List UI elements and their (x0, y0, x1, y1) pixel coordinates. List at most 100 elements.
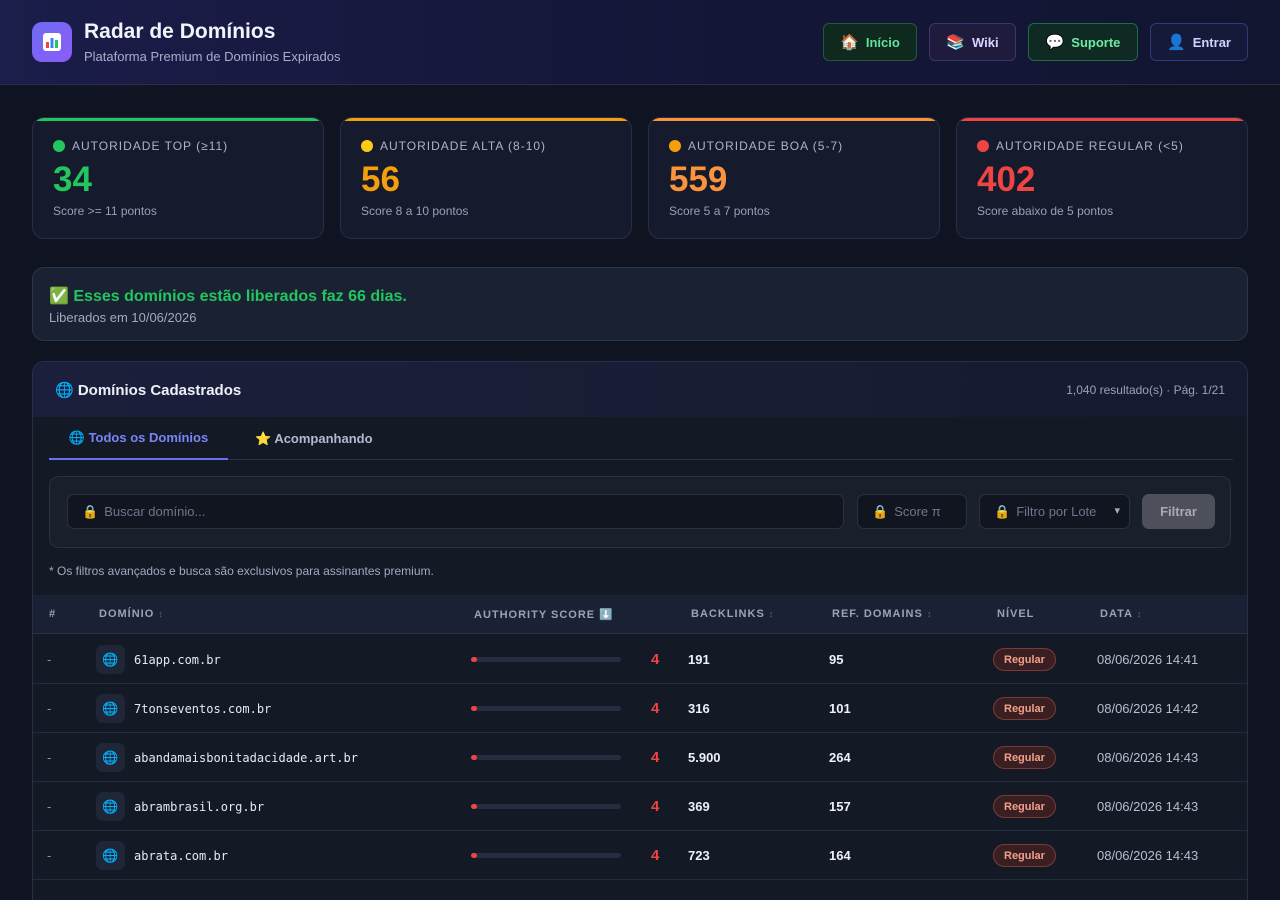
globe-icon: 🌐 (96, 792, 125, 821)
level-badge: Regular (993, 648, 1056, 671)
tab-following[interactable]: ⭐ Acompanhando (255, 417, 375, 460)
stat-desc: Score abaixo de 5 pontos (977, 204, 1114, 218)
stat-accent-bar (957, 118, 1247, 121)
lote-select[interactable]: 🔒 Filtro por Lote ▾ (979, 494, 1130, 529)
app-subtitle: Plataforma Premium de Domínios Expirados (84, 49, 341, 64)
ref-domains-value: 164 (829, 848, 851, 863)
search-input[interactable]: 🔒 Buscar domínio... (67, 494, 844, 529)
row-index: - (47, 848, 52, 863)
score-input[interactable]: 🔒 Score π (857, 494, 967, 529)
panel-title: 🌐 Domínios Cadastrados (55, 382, 242, 399)
nav-inicio-label: Início (865, 34, 900, 50)
stat-card-top: AUTORIDADE TOP (≥11) 34 Score >= 11 pont… (32, 117, 324, 239)
filter-bar: 🔒 Buscar domínio... 🔒 Score π 🔒 Filtro p… (49, 476, 1231, 548)
lock-icon: 🔒 (872, 503, 889, 519)
filter-button[interactable]: Filtrar (1142, 494, 1215, 529)
search-placeholder: Buscar domínio... (104, 504, 206, 519)
domain-name[interactable]: 61app.com.br (134, 635, 221, 684)
release-notice: ✅ Esses domínios estão liberados faz 66 … (32, 267, 1248, 341)
panel-header: 🌐 Domínios Cadastrados 1,040 resultado(s… (33, 362, 1247, 417)
table-row[interactable]: - 🌐 abrata.com.br 4 723 164 Regular 08/0… (33, 831, 1247, 880)
score-bar (471, 755, 621, 760)
backlinks-value: 316 (688, 701, 710, 716)
col-level: NÍVEL (997, 608, 1035, 620)
level-badge: Regular (993, 746, 1056, 769)
stat-label: AUTORIDADE ALTA (8-10) (380, 139, 547, 153)
table-header: # DOMÍNIO ↕ AUTHORITY SCORE ⬇️ BACKLINKS ↕… (33, 595, 1247, 634)
ref-domains-value: 101 (829, 701, 851, 716)
tab-all-domains[interactable]: 🌐 Todos os Domínios (49, 417, 228, 460)
tabs: 🌐 Todos os Domínios ⭐ Acompanhando (49, 417, 1233, 460)
col-ref-domains[interactable]: REF. DOMAINS ↕ (832, 608, 932, 620)
score-bar (471, 706, 621, 711)
score-placeholder: Score π (894, 504, 941, 519)
authority-score: 4 (651, 700, 660, 717)
stat-value: 56 (361, 160, 400, 199)
authority-score: 4 (651, 798, 660, 815)
domain-name[interactable]: abrambrasil.org.br (134, 782, 264, 831)
col-backlinks[interactable]: BACKLINKS ↕ (691, 608, 774, 620)
stat-accent-bar (341, 118, 631, 121)
stat-value: 34 (53, 160, 92, 199)
stat-value: 559 (669, 160, 728, 199)
app-title: Radar de Domínios (84, 20, 276, 43)
stat-label: AUTORIDADE TOP (≥11) (72, 139, 229, 153)
nav-entrar-button[interactable]: 👤 Entrar (1150, 23, 1248, 61)
row-index: - (47, 652, 52, 667)
row-date: 08/06/2026 14:43 (1097, 848, 1199, 863)
score-bar (471, 853, 621, 858)
globe-icon: 🌐 (96, 645, 125, 674)
domain-name[interactable]: abrata.com.br (134, 831, 228, 880)
nav-suporte-button[interactable]: 💬 Suporte (1028, 23, 1138, 61)
row-date: 08/06/2026 14:43 (1097, 799, 1199, 814)
stat-accent-bar (33, 118, 323, 121)
status-dot-icon (669, 140, 681, 152)
home-icon: 🏠 (840, 34, 859, 51)
col-index: # (49, 608, 57, 620)
stat-desc: Score >= 11 pontos (53, 204, 157, 218)
level-badge: Regular (993, 697, 1056, 720)
stat-label: AUTORIDADE REGULAR (<5) (996, 139, 1184, 153)
lock-icon: 🔒 (82, 503, 99, 519)
col-domain[interactable]: DOMÍNIO ↕ (99, 608, 164, 620)
nav-inicio-button[interactable]: 🏠 Início (823, 23, 917, 61)
backlinks-value: 191 (688, 652, 710, 667)
books-icon: 📚 (946, 34, 966, 51)
table-row[interactable]: - 🌐 abandamaisbonitadacidade.art.br 4 5.… (33, 733, 1247, 782)
status-dot-icon (361, 140, 373, 152)
notice-subtitle: Liberados em 10/06/2026 (49, 310, 197, 325)
globe-icon: 🌐 (96, 743, 125, 772)
table-row[interactable]: - 🌐 61app.com.br 4 191 95 Regular 08/06/… (33, 635, 1247, 684)
level-badge: Regular (993, 795, 1056, 818)
sort-icon: ↕ (1136, 609, 1143, 619)
row-date: 08/06/2026 14:43 (1097, 750, 1199, 765)
score-bar (471, 657, 621, 662)
nav-wiki-button[interactable]: 📚 Wiki (929, 23, 1016, 61)
backlinks-value: 369 (688, 799, 710, 814)
score-bar-fill (471, 804, 477, 809)
user-icon: 👤 (1167, 34, 1186, 51)
sort-icon: ↕ (768, 609, 775, 619)
domain-name[interactable]: 7tonseventos.com.br (134, 684, 271, 733)
lote-selected: Filtro por Lote (1016, 504, 1097, 519)
domain-name[interactable]: abandamaisbonitadacidade.art.br (134, 733, 358, 782)
table-row[interactable]: - 🌐 7tonseventos.com.br 4 316 101 Regula… (33, 684, 1247, 733)
lock-icon: 🔒 (994, 503, 1011, 519)
notice-title: ✅ Esses domínios estão liberados faz 66 … (49, 288, 407, 305)
col-authority-score[interactable]: AUTHORITY SCORE ⬇️ (474, 608, 614, 621)
score-bar-fill (471, 706, 477, 711)
stat-value: 402 (977, 160, 1036, 199)
row-index: - (47, 750, 52, 765)
ref-domains-value: 157 (829, 799, 851, 814)
nav-entrar-label: Entrar (1192, 34, 1231, 50)
score-bar-fill (471, 657, 477, 662)
stat-desc: Score 5 a 7 pontos (669, 204, 770, 218)
table-row[interactable]: - 🌐 abrambrasil.org.br 4 369 157 Regular… (33, 782, 1247, 831)
score-bar (471, 804, 621, 809)
authority-score: 4 (651, 847, 660, 864)
row-index: - (47, 799, 52, 814)
col-date[interactable]: DATA ↕ (1100, 608, 1142, 620)
row-date: 08/06/2026 14:41 (1097, 652, 1199, 667)
chat-bubble-icon: 💬 (1045, 34, 1065, 51)
sort-icon: ↕ (926, 609, 933, 619)
